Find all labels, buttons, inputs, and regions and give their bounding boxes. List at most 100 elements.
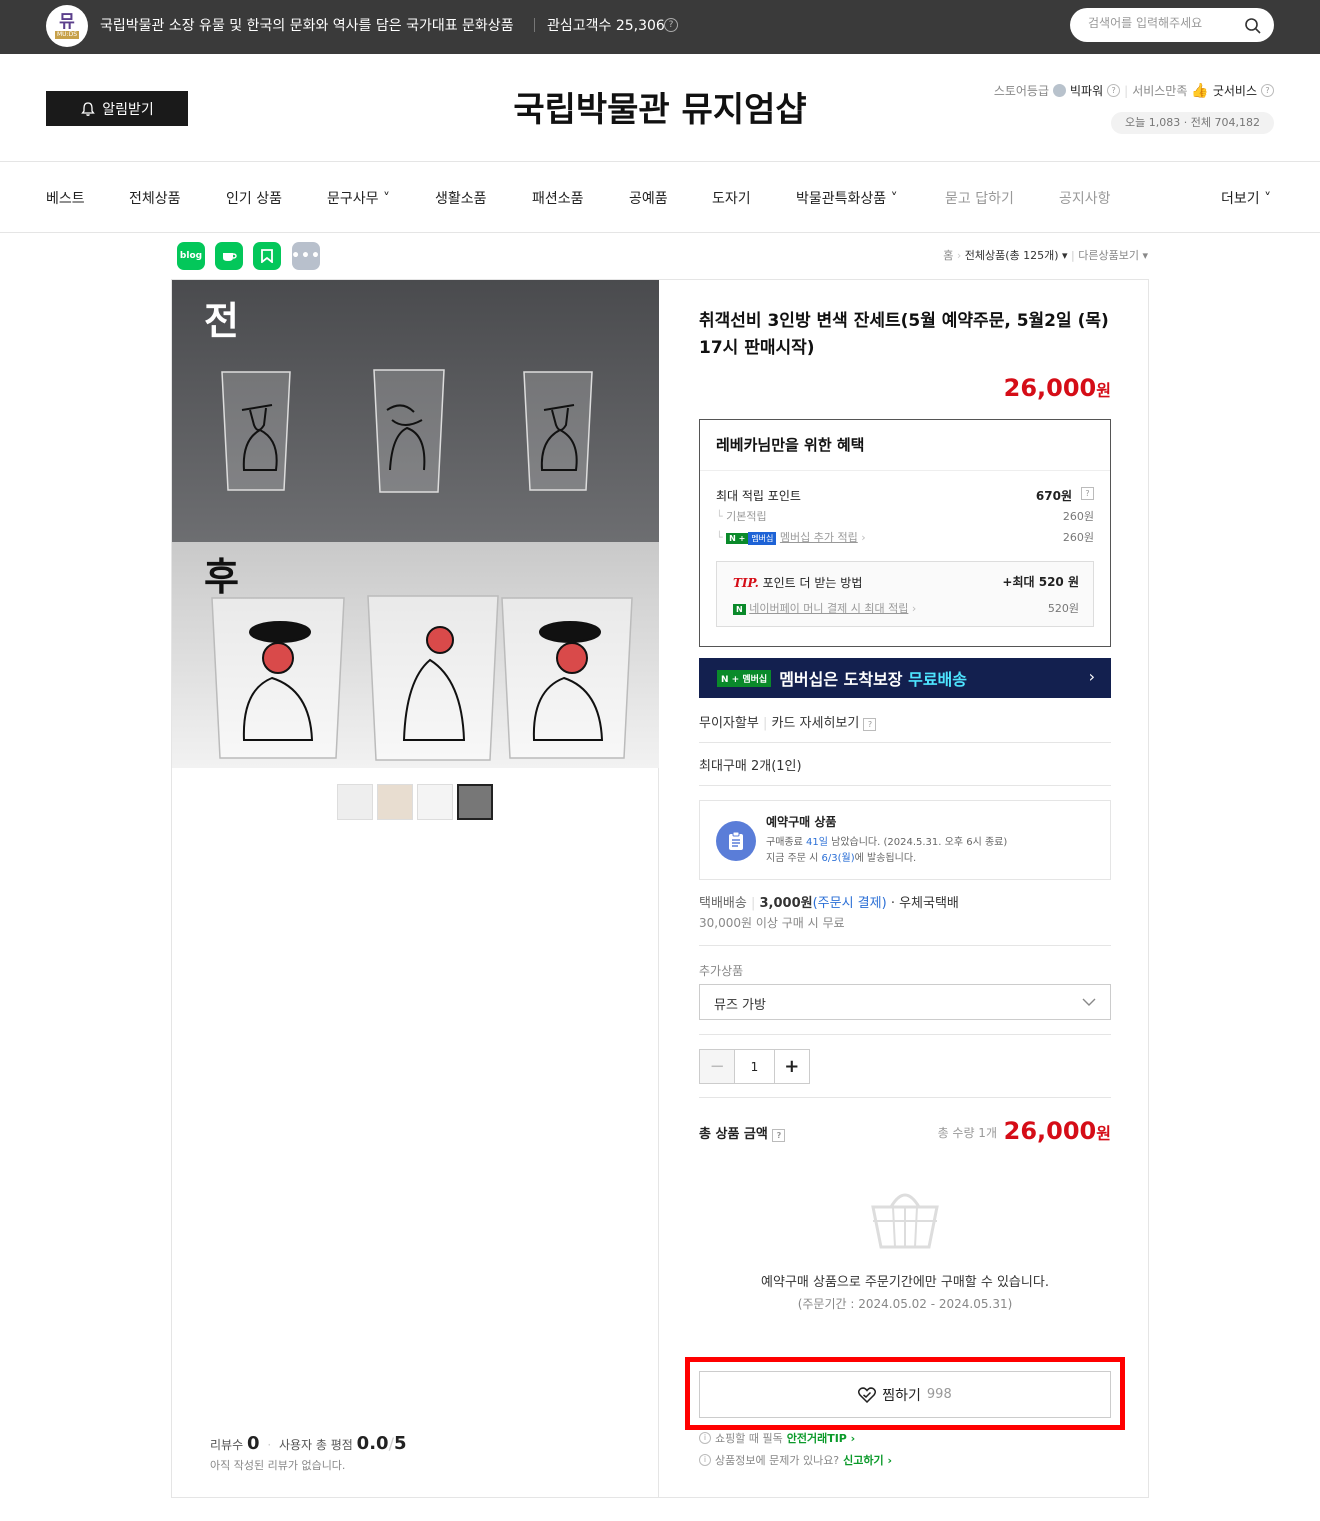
review-summary: 리뷰수 0 · 사용자 총 평점 0.0/5 xyxy=(210,1433,407,1454)
quantity-stepper: − 1 + xyxy=(699,1049,810,1084)
nav-craft[interactable]: 공예품 xyxy=(629,188,668,208)
addon-selected: 뮤즈 가방 xyxy=(714,998,766,1013)
max-buy: 최대구매 2개(1인) xyxy=(699,759,802,774)
help-icon[interactable]: ? xyxy=(772,1129,786,1142)
divider xyxy=(534,18,535,32)
nav-notice[interactable]: 공지사항 xyxy=(1059,188,1111,208)
nav-popular[interactable]: 인기 상품 xyxy=(226,188,282,208)
nav-museum-special[interactable]: 박물관특화상품 ˅ xyxy=(796,188,898,208)
shipping-fee-note: (주문시 결제) xyxy=(812,896,887,911)
member-point-link[interactable]: 멤버십 추가 적립 xyxy=(780,531,858,544)
reserve-ship-date: 6/3(월) xyxy=(821,853,855,864)
reserve-line1: 구매종료 41일 남았습니다. (2024.5.31. 오후 6시 종료) xyxy=(766,833,1007,848)
membership-banner[interactable]: N + 멤버십 멤버십은 도착보장 무료배송 › xyxy=(699,658,1111,698)
grade-label: 스토어등급 xyxy=(993,84,1050,98)
benefit-box: 레베카님만을 위한 혜택 최대 적립 포인트 670원 ? └ 기본적립 260… xyxy=(699,419,1111,647)
help-icon[interactable]: ? xyxy=(1107,84,1121,97)
addon-select[interactable]: 뮤즈 가방 xyxy=(699,984,1111,1020)
keep-share-icon[interactable] xyxy=(253,242,281,270)
benefit-title: 레베카님만을 위한 혜택 xyxy=(716,436,865,454)
search-icon[interactable] xyxy=(1244,17,1262,35)
store-grade: 스토어등급 빅파워 ? | 서비스만족 👍 굿서비스 ? xyxy=(994,82,1274,99)
nav-all[interactable]: 전체상품 xyxy=(129,188,181,208)
nav-living[interactable]: 생활소품 xyxy=(435,188,487,208)
price-value: 26,000 xyxy=(1003,374,1097,402)
breadcrumb-current[interactable]: 전체상품(총 125개) ▾ xyxy=(965,249,1068,262)
cafe-share-icon[interactable] xyxy=(215,242,243,270)
visit-count: 오늘 1,083 · 전체 704,182 xyxy=(1111,112,1274,134)
help-icon[interactable]: ? xyxy=(1261,84,1274,97)
report-link[interactable]: 신고하기 › xyxy=(843,1452,892,1468)
nav-fashion[interactable]: 패션소품 xyxy=(532,188,584,208)
report-row: i 상품정보에 문제가 있나요? 신고하기 › xyxy=(699,1452,892,1468)
help-icon[interactable]: ? xyxy=(664,18,678,32)
service-label: 서비스만족 xyxy=(1132,84,1188,98)
product-gallery: 전 후 리뷰수 0 · 사용자 총 평점 0.0/5 아직 작성된 리뷰가 없습… xyxy=(172,280,659,1497)
tip-box: TIP. 포인트 더 받는 방법 +최대 520 원 N 네이버페이 머니 결제… xyxy=(716,561,1094,627)
breadcrumb-other[interactable]: 다른상품보기 ▾ xyxy=(1078,249,1148,262)
tip-label: TIP. xyxy=(733,576,759,590)
divider xyxy=(699,1097,1111,1098)
price-unit: 원 xyxy=(1096,381,1111,400)
store-tagline: 국립박물관 소장 유물 및 한국의 문화와 역사를 담은 국가대표 문화상품 xyxy=(100,18,514,34)
max-point-label: 최대 적립 포인트 xyxy=(716,489,801,503)
safe-trade-link[interactable]: 안전거래TIP › xyxy=(787,1430,856,1446)
safe-trade-text: 쇼핑할 때 필독 xyxy=(715,1432,783,1445)
nav-stationery[interactable]: 문구사무 ˅ xyxy=(327,188,390,208)
addon-label: 추가상품 xyxy=(699,964,744,978)
breadcrumb-home[interactable]: 홈 xyxy=(943,249,953,262)
nav-best[interactable]: 베스트 xyxy=(46,188,85,208)
shipping-carrier: · 우체국택배 xyxy=(890,896,959,911)
search-input[interactable] xyxy=(1088,16,1238,30)
divider xyxy=(699,945,1111,946)
quantity-plus-button[interactable]: + xyxy=(774,1050,809,1083)
review-count: 0 xyxy=(246,1433,260,1454)
total-count: 총 수량 1개 xyxy=(937,1126,997,1140)
logo-sub: MU:DS xyxy=(54,30,80,39)
wish-button[interactable]: 찜하기 998 xyxy=(699,1371,1111,1418)
chevron-down-icon xyxy=(1082,998,1096,1006)
tip-max-value: +최대 520 원 xyxy=(1002,575,1079,589)
divider xyxy=(700,470,1110,471)
store-logo[interactable]: 뮤 MU:DS xyxy=(46,5,88,47)
nav-more[interactable]: 더보기 ˅ xyxy=(1221,188,1271,208)
member-point-row: └ N + 멤버십 멤버십 추가 적립 › 260원 xyxy=(716,531,1094,545)
payment-row: 무이자할부 | 카드 자세히보기 ? xyxy=(699,712,877,731)
total-price: 26,000원 xyxy=(1004,1117,1111,1145)
thumbnail[interactable] xyxy=(337,784,373,820)
card-detail-link[interactable]: 카드 자세히보기 xyxy=(771,716,859,731)
basket-icon xyxy=(871,1193,939,1249)
quantity-value[interactable]: 1 xyxy=(734,1050,775,1083)
breadcrumb: 홈 › 전체상품(총 125개) ▾ | 다른상품보기 ▾ xyxy=(943,249,1148,262)
nav-ceramics[interactable]: 도자기 xyxy=(712,188,751,208)
report-text: 상품정보에 문제가 있나요? xyxy=(715,1454,840,1467)
shipping-label: 택배배송 xyxy=(699,896,747,911)
thumbnail[interactable] xyxy=(377,784,413,820)
product-main-image[interactable]: 전 후 xyxy=(172,280,659,768)
fan-count: 관심고객수 25,306 xyxy=(547,18,665,34)
thumbnail-active[interactable] xyxy=(457,784,493,820)
service-value: 굿서비스 xyxy=(1212,84,1257,98)
divider xyxy=(699,742,1111,743)
more-share-icon[interactable]: ••• xyxy=(291,242,320,270)
logo-glyph: 뮤 xyxy=(59,11,75,32)
reserve-notice: 예약구매 상품으로 주문기간에만 구매할 수 있습니다. xyxy=(761,1275,1049,1290)
bookmark-icon xyxy=(261,249,273,263)
blog-share-icon[interactable]: blog xyxy=(177,242,205,270)
quantity-minus-button[interactable]: − xyxy=(700,1050,735,1083)
naverpay-link[interactable]: 네이버페이 머니 결제 시 최대 적립 xyxy=(749,602,908,615)
reserve-box: 예약구매 상품 구매종료 41일 남았습니다. (2024.5.31. 오후 6… xyxy=(699,800,1111,880)
thumbnail-list xyxy=(337,784,493,820)
info-icon: i xyxy=(699,1454,711,1466)
help-icon[interactable]: ? xyxy=(1081,487,1094,500)
membership-badge: N + 멤버십 xyxy=(717,669,772,687)
help-icon[interactable]: ? xyxy=(863,718,877,731)
grade-value: 빅파워 xyxy=(1070,84,1104,98)
product-section: 전 후 리뷰수 0 · 사용자 총 평점 0.0/5 아직 작성된 리뷰가 없습… xyxy=(171,279,1149,1498)
base-point-row: └ 기본적립 260원 xyxy=(716,510,1094,523)
safe-trade-row: i 쇼핑할 때 필독 안전거래TIP › xyxy=(699,1430,855,1446)
review-count-label: 리뷰수 xyxy=(210,1438,244,1452)
nav-qna[interactable]: 묻고 답하기 xyxy=(945,188,1014,208)
store-header: 알림받기 국립박물관 뮤지엄샵 스토어등급 빅파워 ? | 서비스만족 👍 굿서… xyxy=(0,54,1320,162)
thumbnail[interactable] xyxy=(417,784,453,820)
